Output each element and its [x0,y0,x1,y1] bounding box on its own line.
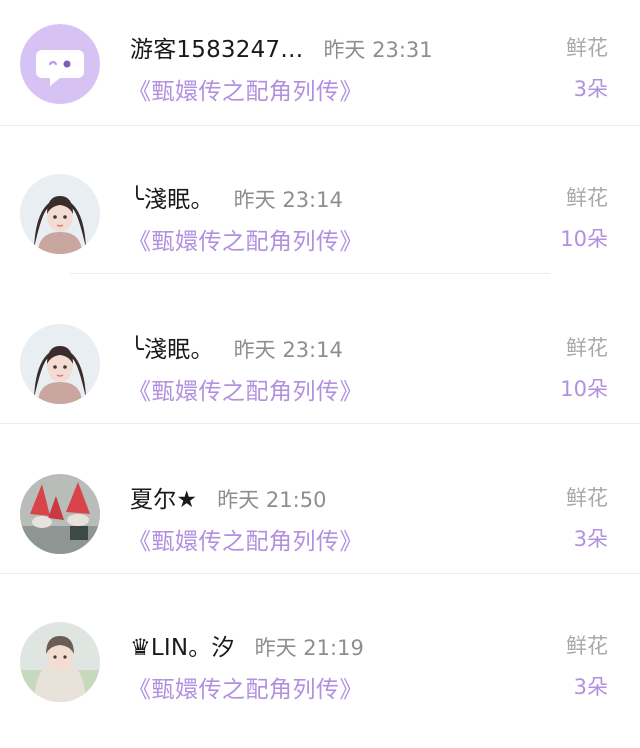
timestamp: 昨天 23:14 [233,188,343,212]
gift-type: 鲜花 [566,336,608,360]
user-name[interactable]: ╰淺眠。 [130,330,214,364]
timestamp: 昨天 23:31 [323,38,433,62]
user-name[interactable]: ╰淺眠。 [130,180,214,214]
book-title[interactable]: 《甄嬛传之配角列传》 [128,670,363,704]
divider [0,423,640,424]
gift-type: 鲜花 [566,186,608,210]
user-name[interactable]: ♛LIN。汐 [130,628,235,662]
avatar[interactable] [20,174,100,254]
timestamp: 昨天 23:14 [233,338,343,362]
gift-type: 鲜花 [566,634,608,658]
user-name[interactable]: 夏尔★ [130,480,197,514]
gift-type: 鲜花 [566,486,608,510]
gift-count: 10朵 [560,377,608,401]
user-name[interactable]: 游客1583247… [130,30,303,64]
gift-count: 3朵 [573,77,608,101]
timestamp: 昨天 21:19 [254,636,364,660]
avatar[interactable] [20,324,100,404]
timestamp: 昨天 21:50 [217,488,327,512]
book-title[interactable]: 《甄嬛传之配角列传》 [128,522,363,556]
red-hats-photo-avatar [20,474,100,554]
chat-bubble-icon [20,24,100,104]
girl-portrait-avatar [20,174,100,254]
divider [70,273,550,274]
avatar[interactable] [20,474,100,554]
list-item[interactable]: 夏尔★ 昨天 21:50 《甄嬛传之配角列传》 鲜花 3朵 [0,450,640,600]
book-title[interactable]: 《甄嬛传之配角列传》 [128,372,363,406]
list-item[interactable]: ╰淺眠。 昨天 23:14 《甄嬛传之配角列传》 鲜花 10朵 [0,150,640,300]
gift-record-list: 游客1583247… 昨天 23:31 《甄嬛传之配角列传》 鲜花 3朵 ╰淺眠… [0,0,640,725]
gift-type: 鲜花 [566,36,608,60]
girl-portrait-avatar [20,324,100,404]
gift-count: 10朵 [560,227,608,251]
book-title[interactable]: 《甄嬛传之配角列传》 [128,72,363,106]
name-line: ╰淺眠。 昨天 23:14 [130,180,343,214]
list-item[interactable]: ♛LIN。汐 昨天 21:19 《甄嬛传之配角列传》 鲜花 3朵 [0,598,640,748]
name-line: 游客1583247… 昨天 23:31 [130,30,433,64]
list-item[interactable]: 游客1583247… 昨天 23:31 《甄嬛传之配角列传》 鲜花 3朵 [0,0,640,150]
girl-photo-avatar [20,622,100,702]
divider [0,125,640,126]
book-title[interactable]: 《甄嬛传之配角列传》 [128,222,363,256]
gift-count: 3朵 [573,527,608,551]
name-line: 夏尔★ 昨天 21:50 [130,480,326,514]
list-item[interactable]: ╰淺眠。 昨天 23:14 《甄嬛传之配角列传》 鲜花 10朵 [0,300,640,450]
gift-count: 3朵 [573,675,608,699]
avatar[interactable] [20,24,100,104]
name-line: ♛LIN。汐 昨天 21:19 [130,628,364,662]
divider [0,573,640,574]
name-line: ╰淺眠。 昨天 23:14 [130,330,343,364]
avatar[interactable] [20,622,100,702]
